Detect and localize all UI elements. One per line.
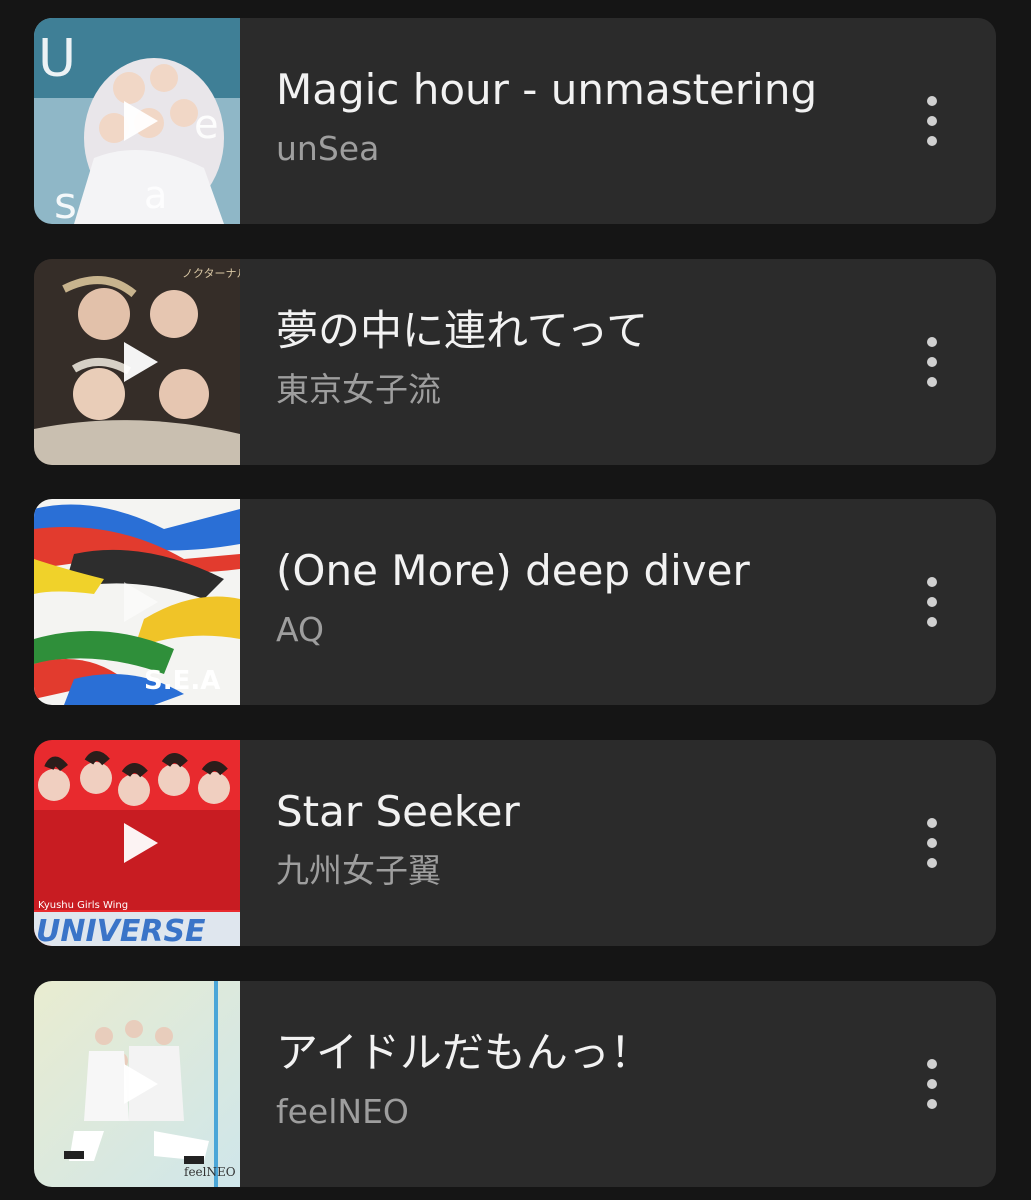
track-artist: unSea [276, 129, 380, 168]
album-art-play-button[interactable]: S.E.A [34, 499, 240, 705]
track-meta: アイドルだもんっ！ feelNEO [240, 981, 996, 1187]
track-item[interactable]: Kyushu Girls Wing UNIVERSE Star Seeker 九… [34, 740, 996, 946]
svg-text:feelNEO: feelNEO [184, 1165, 236, 1179]
svg-text:Kyushu Girls Wing: Kyushu Girls Wing [38, 900, 128, 911]
track-title: Star Seeker [276, 787, 520, 836]
album-art-play-button[interactable]: Kyushu Girls Wing UNIVERSE [34, 740, 240, 946]
more-vertical-icon[interactable] [922, 577, 942, 627]
track-list: U e s a Magic hour - unmastering unSea ノ… [0, 0, 1031, 1200]
album-art-play-button[interactable]: ノクターナル [34, 259, 240, 465]
svg-text:a: a [144, 173, 167, 217]
play-icon[interactable] [124, 823, 158, 863]
play-icon[interactable] [124, 1064, 158, 1104]
svg-text:ノクターナル: ノクターナル [182, 267, 240, 280]
track-meta: 夢の中に連れてって 東京女子流 [240, 259, 996, 465]
play-icon[interactable] [124, 342, 158, 382]
more-vertical-icon[interactable] [922, 96, 942, 146]
track-item[interactable]: S.E.A (One More) deep diver AQ [34, 499, 996, 705]
svg-text:UNIVERSE: UNIVERSE [36, 914, 206, 946]
track-title: 夢の中に連れてって [276, 306, 649, 355]
svg-text:S.E.A: S.E.A [144, 666, 220, 696]
track-artist: feelNEO [276, 1092, 409, 1131]
track-title: アイドルだもんっ！ [276, 1028, 652, 1077]
track-meta: Magic hour - unmastering unSea [240, 18, 996, 224]
track-title: Magic hour - unmastering [276, 65, 818, 114]
track-item[interactable]: ノクターナル 夢の中に連れてって 東京女子流 [34, 259, 996, 465]
play-icon[interactable] [124, 582, 158, 622]
more-vertical-icon[interactable] [922, 337, 942, 387]
track-meta: (One More) deep diver AQ [240, 499, 996, 705]
album-art-play-button[interactable]: U e s a [34, 18, 240, 224]
svg-text:e: e [194, 102, 219, 148]
track-item[interactable]: feelNEO アイドルだもんっ！ feelNEO [34, 981, 996, 1187]
more-vertical-icon[interactable] [922, 818, 942, 868]
album-art-play-button[interactable]: feelNEO [34, 981, 240, 1187]
track-title: (One More) deep diver [276, 546, 750, 595]
track-artist: 九州女子翼 [276, 851, 441, 890]
play-icon[interactable] [124, 101, 158, 141]
track-meta: Star Seeker 九州女子翼 [240, 740, 996, 946]
track-artist: AQ [276, 610, 324, 649]
svg-text:s: s [54, 178, 77, 224]
track-artist: 東京女子流 [276, 370, 441, 409]
svg-text:U: U [38, 29, 76, 89]
more-vertical-icon[interactable] [922, 1059, 942, 1109]
track-item[interactable]: U e s a Magic hour - unmastering unSea [34, 18, 996, 224]
